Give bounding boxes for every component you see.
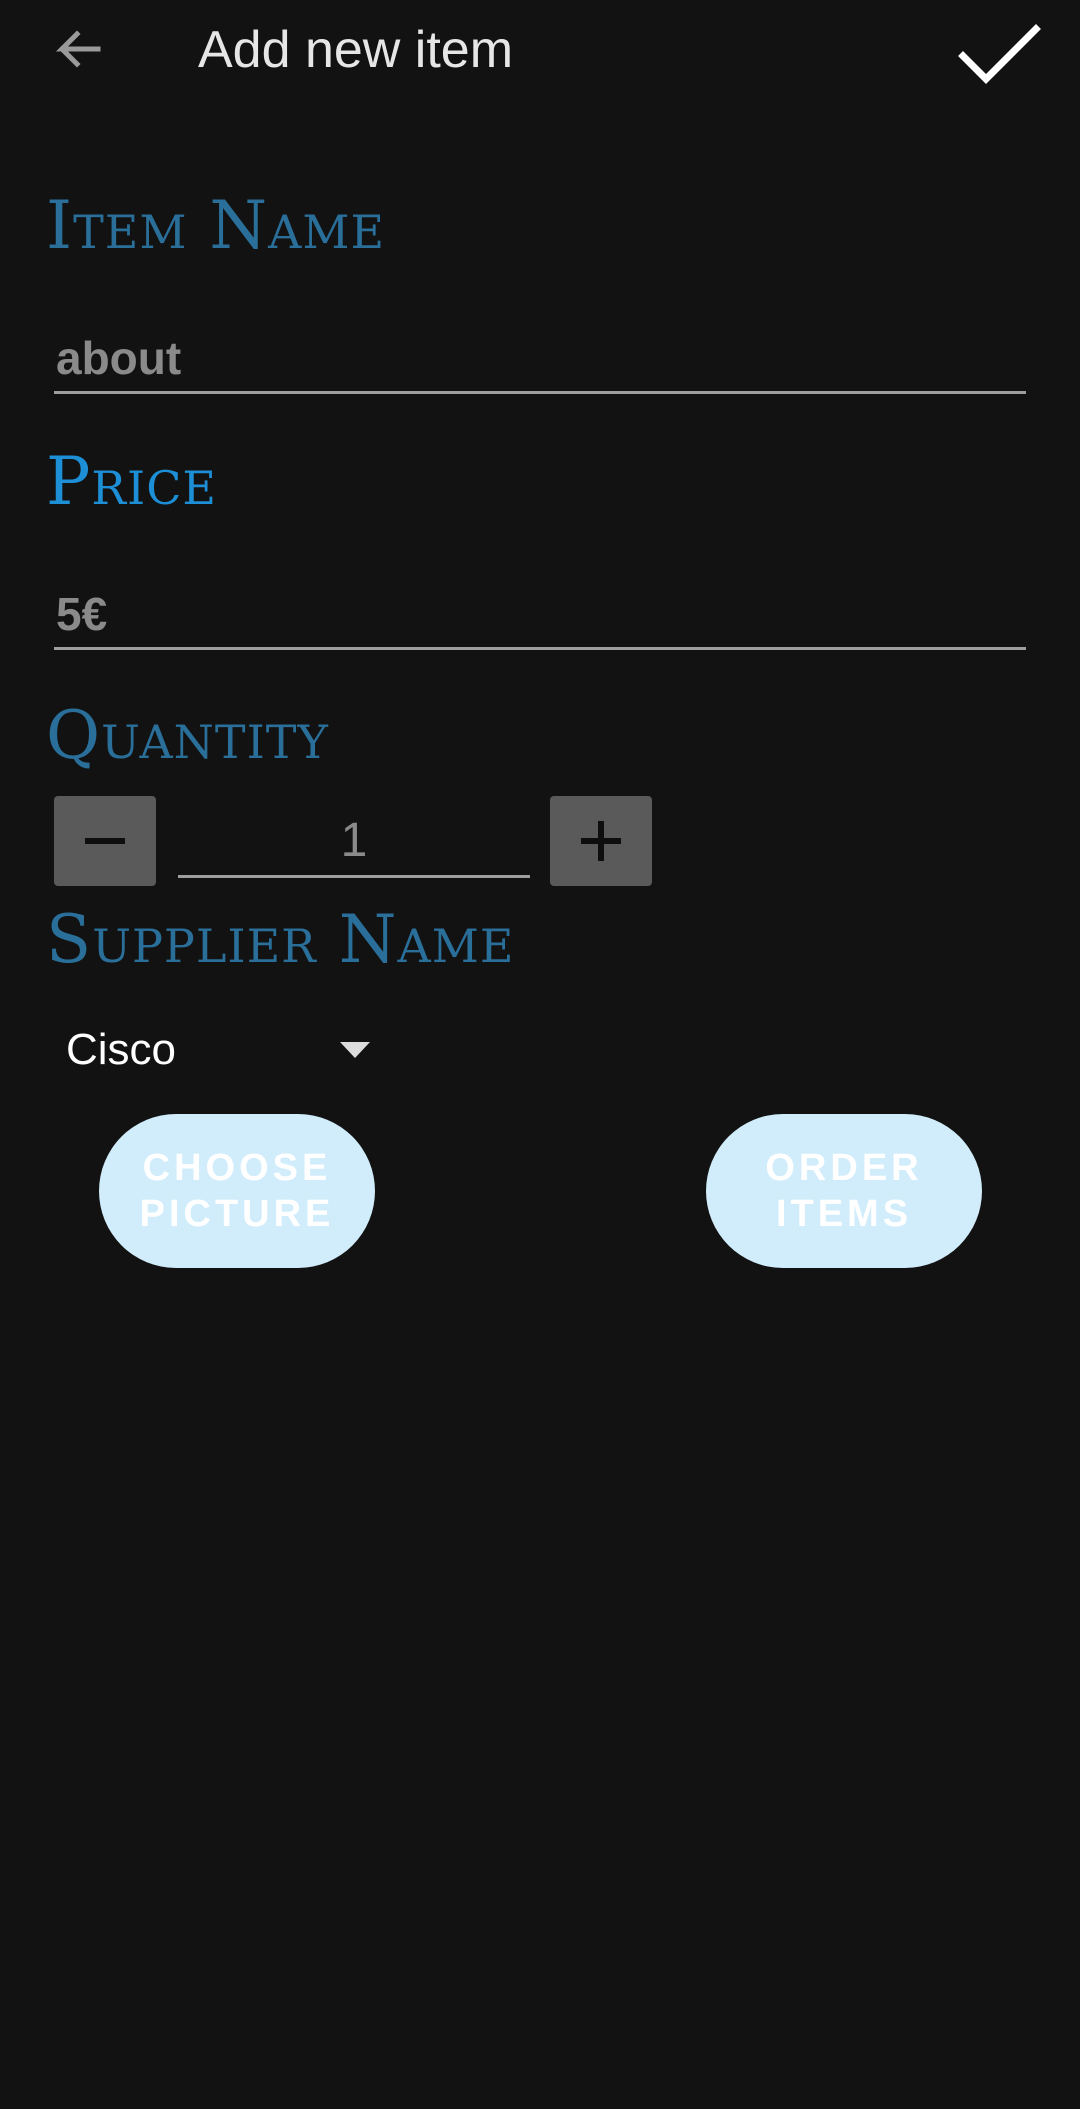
supplier-dropdown[interactable]: Cisco — [54, 1012, 384, 1088]
quantity-input[interactable] — [178, 806, 530, 878]
confirm-button[interactable] — [955, 10, 1045, 100]
order-items-button[interactable]: ORDER ITEMS — [706, 1114, 982, 1268]
price-input[interactable] — [54, 580, 1026, 650]
item-name-label: Item Name — [46, 187, 386, 264]
price-label: Price — [46, 443, 217, 520]
quantity-label: Quantity — [46, 697, 329, 774]
item-name-input[interactable] — [54, 324, 1026, 394]
plus-icon — [581, 821, 621, 861]
dropdown-arrow-icon — [340, 1042, 370, 1058]
minus-icon — [85, 838, 125, 844]
app-bar: Add new item — [0, 0, 1080, 100]
supplier-name-label: Supplier Name — [46, 901, 515, 978]
page-title: Add new item — [198, 21, 514, 79]
supplier-selected-value: Cisco — [66, 1025, 177, 1074]
arrow-back-icon — [55, 30, 101, 68]
decrement-button[interactable] — [54, 796, 156, 886]
increment-button[interactable] — [550, 796, 652, 886]
back-button[interactable] — [40, 16, 112, 88]
add-item-screen: Add new item Item Name Price Quantity Su… — [0, 0, 1080, 2109]
check-icon — [958, 24, 1041, 84]
choose-picture-button[interactable]: CHOOSE PICTURE — [99, 1114, 375, 1268]
